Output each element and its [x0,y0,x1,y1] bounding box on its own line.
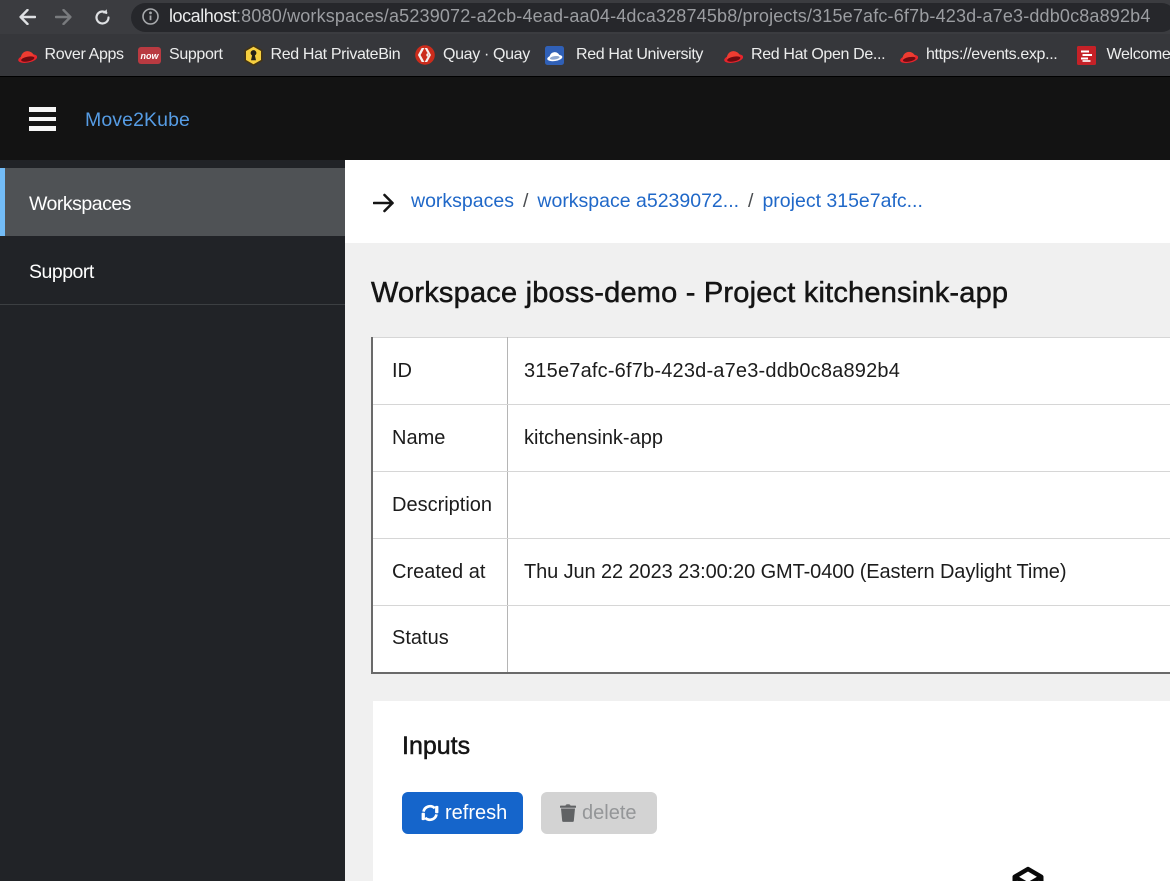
svg-text:now: now [141,51,160,61]
